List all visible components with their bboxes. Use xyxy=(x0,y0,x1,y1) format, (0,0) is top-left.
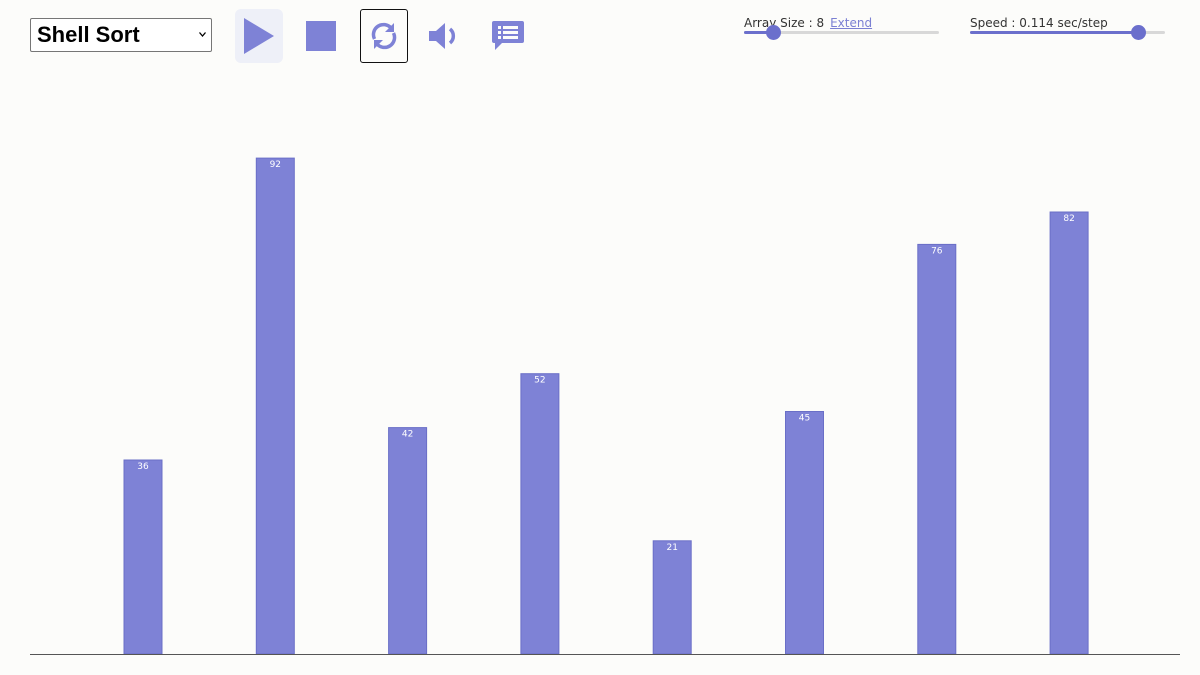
array-size-slider[interactable] xyxy=(744,25,939,40)
speaker-icon xyxy=(429,23,456,49)
play-icon xyxy=(244,18,274,54)
bar xyxy=(388,427,428,655)
algorithm-select[interactable]: Shell Sort xyxy=(30,18,212,52)
speed-control: Speed : 0.114 sec/step xyxy=(970,16,1108,30)
stop-icon xyxy=(306,21,336,51)
speed-thumb[interactable] xyxy=(1130,25,1146,40)
algorithm-select-value: Shell Sort xyxy=(37,22,140,47)
legend-button[interactable] xyxy=(484,9,532,63)
bar-chart: 3692425221457682 xyxy=(30,157,1180,655)
toolbar: Shell Sort Array Size: 8 Extend Speed:… xyxy=(0,0,1200,80)
bar xyxy=(652,540,692,655)
bar xyxy=(123,459,163,655)
reset-button[interactable] xyxy=(360,9,408,63)
chevron-down-icon xyxy=(199,32,206,37)
sound-button[interactable] xyxy=(421,9,469,63)
bar xyxy=(255,157,295,655)
array-size-control: Array Size : 8 Extend xyxy=(744,16,872,30)
extend-link[interactable]: Extend xyxy=(830,16,872,30)
speed-label: Speed : 0.114 sec/step xyxy=(970,16,1108,30)
bar xyxy=(1049,211,1089,655)
array-size-thumb[interactable] xyxy=(766,25,782,40)
bar xyxy=(917,243,957,655)
bar xyxy=(785,411,824,655)
speed-slider[interactable] xyxy=(970,25,1165,40)
refresh-icon xyxy=(371,22,397,50)
play-button[interactable] xyxy=(235,9,283,63)
array-size-label: Array Size : 8 xyxy=(744,16,825,30)
stop-button[interactable] xyxy=(297,9,345,63)
message-list-icon xyxy=(492,21,524,50)
bar xyxy=(520,373,560,655)
speed-fill xyxy=(970,31,1138,34)
